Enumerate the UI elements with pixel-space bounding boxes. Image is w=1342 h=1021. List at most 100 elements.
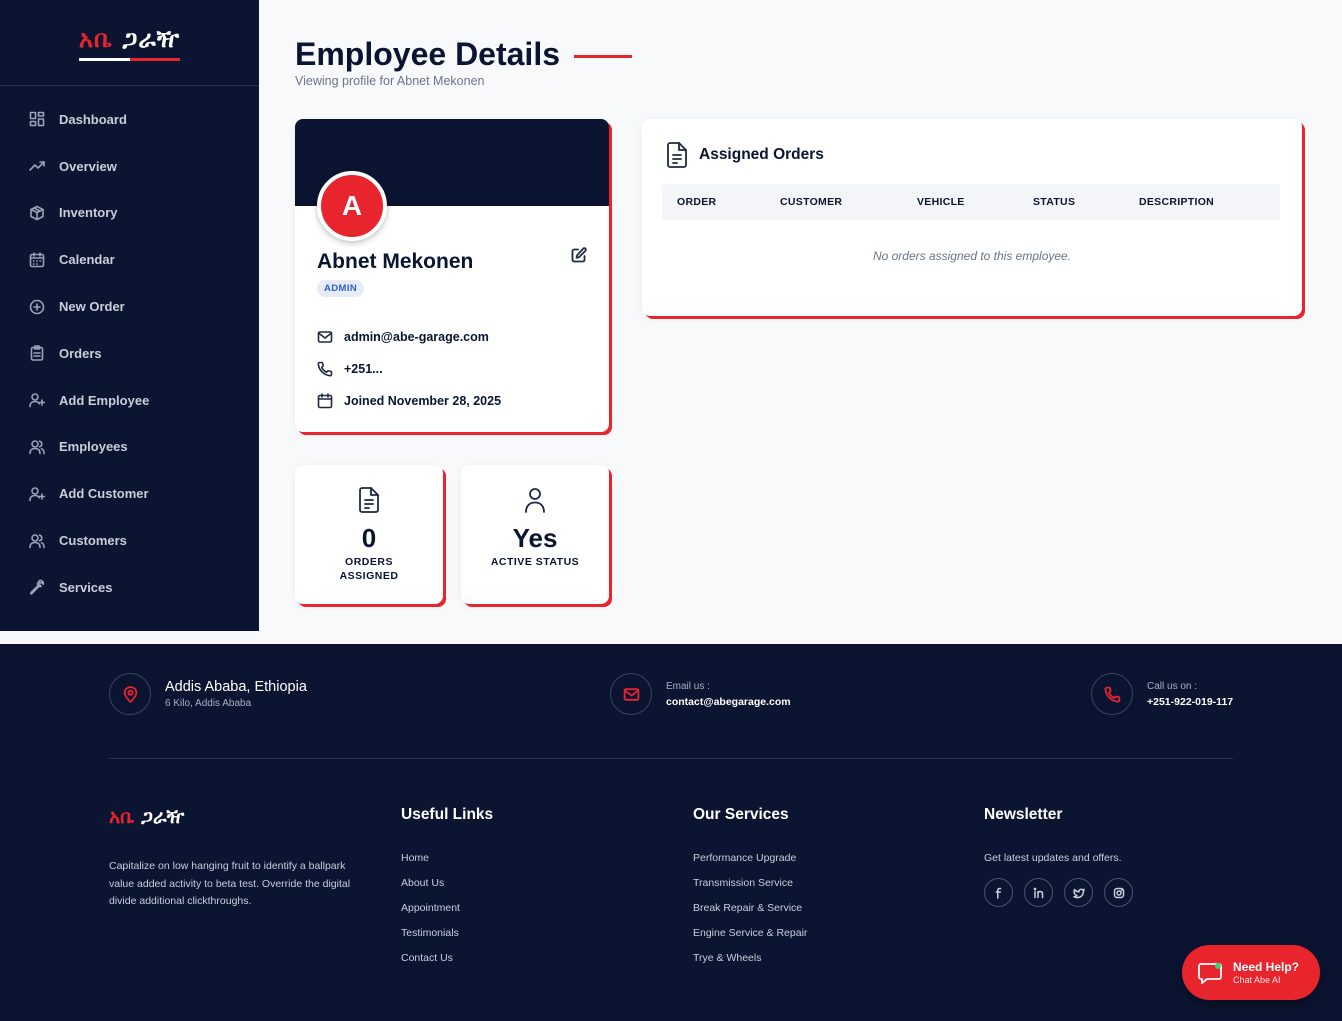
- logo-text-white: ጋራዥ: [134, 806, 185, 828]
- service-link-brake[interactable]: Break Repair & Service: [693, 902, 807, 927]
- page-subtitle: Viewing profile for Abnet Mekonen: [295, 74, 485, 88]
- mail-icon: [317, 331, 333, 343]
- email-link[interactable]: contact@abegarage.com: [666, 696, 791, 708]
- help-title: Need Help?: [1233, 960, 1300, 974]
- column-header-customer: CUSTOMER: [780, 196, 843, 208]
- joined-row: Joined November 28, 2025: [317, 393, 501, 409]
- sidebar-item-customers[interactable]: Customers: [0, 517, 259, 564]
- page-header: Employee Details: [295, 36, 632, 73]
- phone-link[interactable]: +251-922-019-117: [1147, 696, 1233, 708]
- column-header-order: ORDER: [677, 196, 717, 208]
- users-icon: [29, 533, 45, 548]
- package-icon: [30, 205, 44, 221]
- trending-up-icon: [29, 161, 45, 171]
- edit-profile-button[interactable]: [571, 247, 589, 265]
- footer-about: አቤ ጋራዥ Capitalize on low hanging fruit t…: [109, 806, 364, 911]
- document-icon: [667, 142, 687, 168]
- active-status-value: Yes: [512, 523, 558, 553]
- email-value: admin@abe-garage.com: [344, 330, 489, 344]
- calendar-icon: [317, 393, 333, 409]
- brand-logo[interactable]: አቤ ጋራዥ: [78, 24, 181, 61]
- sidebar-item-inventory[interactable]: Inventory: [0, 190, 259, 237]
- sidebar-item-add-customer[interactable]: Add Customer: [0, 470, 259, 517]
- newsletter-heading: Newsletter: [984, 806, 1063, 823]
- joined-value: Joined November 28, 2025: [344, 394, 502, 408]
- phone-icon: [317, 361, 333, 377]
- sidebar-item-label: Customers: [59, 533, 127, 549]
- assigned-orders-card: Assigned Orders ORDER CUSTOMER VEHICLE S…: [642, 119, 1302, 316]
- sidebar-item-orders[interactable]: Orders: [0, 330, 259, 377]
- footer-link-about[interactable]: About Us: [401, 877, 493, 902]
- assigned-orders-header: Assigned Orders: [665, 141, 824, 169]
- linkedin-button[interactable]: [1024, 878, 1053, 907]
- logo-text-red: አቤ: [109, 806, 135, 828]
- twitter-button[interactable]: [1064, 878, 1093, 907]
- help-subtitle: Chat Abe AI: [1233, 975, 1281, 985]
- service-link-engine[interactable]: Engine Service & Repair: [693, 927, 807, 952]
- user-icon: [525, 488, 545, 513]
- sidebar-item-calendar[interactable]: Calendar: [0, 236, 259, 283]
- footer-newsletter: Newsletter Get latest updates and offers…: [984, 806, 1144, 907]
- sidebar-item-label: New Order: [59, 299, 125, 315]
- wrench-icon: [29, 579, 45, 596]
- footer-link-home[interactable]: Home: [401, 852, 493, 877]
- phone-icon: [1103, 686, 1120, 703]
- role-badge: ADMIN: [317, 280, 365, 297]
- service-link-performance[interactable]: Performance Upgrade: [693, 852, 807, 877]
- sidebar-item-label: Calendar: [59, 252, 115, 268]
- footer-link-testimonials[interactable]: Testimonials: [401, 927, 493, 952]
- column-header-vehicle: VEHICLE: [917, 196, 965, 208]
- facebook-button[interactable]: [984, 878, 1013, 907]
- column-header-description: DESCRIPTION: [1139, 196, 1215, 208]
- sidebar-item-new-order[interactable]: New Order: [0, 283, 259, 330]
- sidebar-item-services[interactable]: Services: [0, 564, 259, 611]
- linkedin-icon: [1033, 887, 1043, 898]
- orders-assigned-label: ORDERS ASSIGNED: [339, 556, 399, 582]
- footer-services: Our Services Performance Upgrade Transmi…: [693, 806, 807, 977]
- orders-empty-message: No orders assigned to this employee.: [872, 249, 1072, 263]
- sidebar-item-add-employee[interactable]: Add Employee: [0, 377, 259, 424]
- online-indicator: [1215, 962, 1221, 969]
- sidebar-item-label: Add Customer: [59, 486, 149, 502]
- logo-underline: [78, 57, 181, 61]
- main-content: Employee Details Viewing profile for Abn…: [259, 0, 1342, 644]
- sidebar-item-label: Dashboard: [59, 111, 127, 127]
- sidebar-item-overview[interactable]: Overview: [0, 143, 259, 190]
- edit-icon: [571, 247, 587, 263]
- footer-email: Email us : contact@abegarage.com: [610, 673, 791, 715]
- sidebar: አቤ ጋራዥ Dashboard Overview Inventory Cale…: [0, 0, 259, 631]
- newsletter-text: Get latest updates and offers.: [984, 852, 1122, 864]
- logo-text-red: አቤ: [78, 24, 114, 53]
- footer-link-contact[interactable]: Contact Us: [401, 952, 493, 977]
- call-label: Call us on :: [1147, 680, 1198, 692]
- dashboard-icon: [29, 112, 45, 127]
- sidebar-logo-area: አቤ ጋራዥ: [0, 0, 259, 86]
- active-status-label: ACTIVE STATUS: [490, 556, 580, 568]
- logo-text-white: ጋራዥ: [113, 24, 181, 53]
- footer: Addis Ababa, Ethiopia 6 Kilo, Addis Abab…: [0, 644, 1342, 1021]
- phone-value: +251...: [344, 362, 383, 376]
- mail-icon-wrap: [610, 673, 652, 715]
- facebook-icon: [995, 887, 1001, 899]
- sidebar-item-dashboard[interactable]: Dashboard: [0, 96, 259, 143]
- sidebar-item-label: Orders: [59, 345, 102, 361]
- footer-link-appointment[interactable]: Appointment: [401, 902, 493, 927]
- service-link-tyre[interactable]: Trye & Wheels: [693, 952, 807, 977]
- users-icon: [29, 440, 45, 455]
- sidebar-nav: Dashboard Overview Inventory Calendar Ne…: [0, 86, 259, 611]
- phone-row: +251...: [317, 361, 383, 377]
- footer-logo[interactable]: አቤ ጋራዥ: [109, 806, 364, 828]
- footer-useful-links: Useful Links Home About Us Appointment T…: [401, 806, 493, 977]
- sidebar-item-label: Employees: [59, 439, 128, 455]
- address-sub: 6 Kilo, Addis Ababa: [165, 698, 252, 709]
- service-link-transmission[interactable]: Transmission Service: [693, 877, 807, 902]
- sidebar-item-employees[interactable]: Employees: [0, 424, 259, 471]
- instagram-button[interactable]: [1104, 878, 1133, 907]
- need-help-chat-button[interactable]: Need Help? Chat Abe AI: [1182, 945, 1320, 1000]
- orders-count: 0: [361, 523, 377, 553]
- plus-circle-icon: [29, 299, 45, 314]
- footer-phone: Call us on : +251-922-019-117: [1091, 673, 1233, 715]
- address-title: Addis Ababa, Ethiopia: [165, 679, 307, 695]
- phone-icon-wrap: [1091, 673, 1133, 715]
- active-status-card: Yes ACTIVE STATUS: [461, 465, 609, 604]
